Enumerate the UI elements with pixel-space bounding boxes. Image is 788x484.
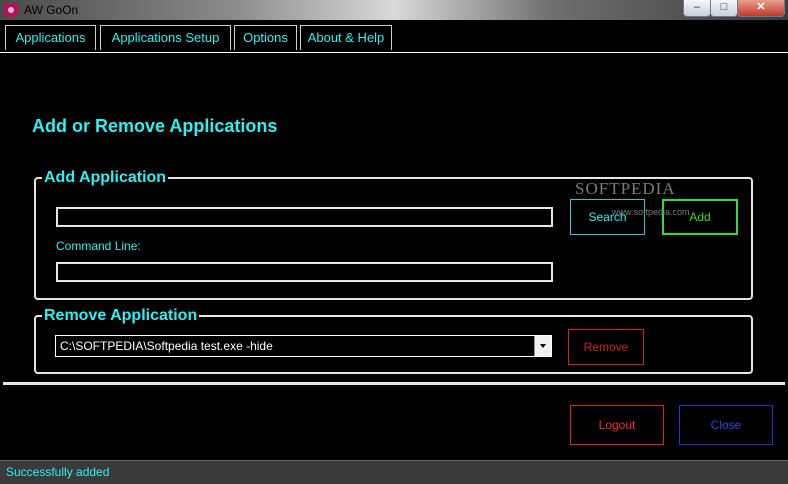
divider [3,382,785,385]
page-title: Add or Remove Applications [32,116,278,136]
selected-application: C:\SOFTPEDIA\Softpedia test.exe -hide [60,339,273,353]
application-path-input[interactable] [56,207,553,227]
tab-bar: Applications Applications Setup Options … [0,22,788,53]
add-button[interactable]: Add [662,199,738,235]
tab-applications-setup[interactable]: Applications Setup [100,25,231,50]
command-line-label: Command Line: [56,239,141,253]
remove-button[interactable]: Remove [568,329,644,365]
status-bar: Successfully added [0,460,788,484]
status-text: Successfully added [6,465,110,479]
title-bar: AW GoOn – □ ✕ [0,0,788,20]
window-title: AW GoOn [24,3,79,17]
minimize-button[interactable]: – [683,0,711,17]
tab-options[interactable]: Options [234,25,297,50]
app-icon [4,3,18,17]
chevron-down-icon[interactable] [534,336,551,356]
tab-about-help[interactable]: About & Help [300,25,392,50]
maximize-button[interactable]: □ [710,0,738,17]
logout-button[interactable]: Logout [570,405,664,445]
softpedia-watermark-url: www.softpedia.com [612,207,690,217]
remove-application-title: Remove Application [42,306,200,326]
softpedia-watermark: SOFTPEDIA [575,179,676,198]
close-button[interactable]: Close [679,405,773,445]
application-select[interactable]: C:\SOFTPEDIA\Softpedia test.exe -hide [55,335,552,357]
tab-applications[interactable]: Applications [5,25,96,50]
search-button[interactable]: Search [570,199,645,235]
close-window-button[interactable]: ✕ [737,0,785,17]
add-application-title: Add Application [42,168,169,188]
command-line-input[interactable] [56,262,553,282]
